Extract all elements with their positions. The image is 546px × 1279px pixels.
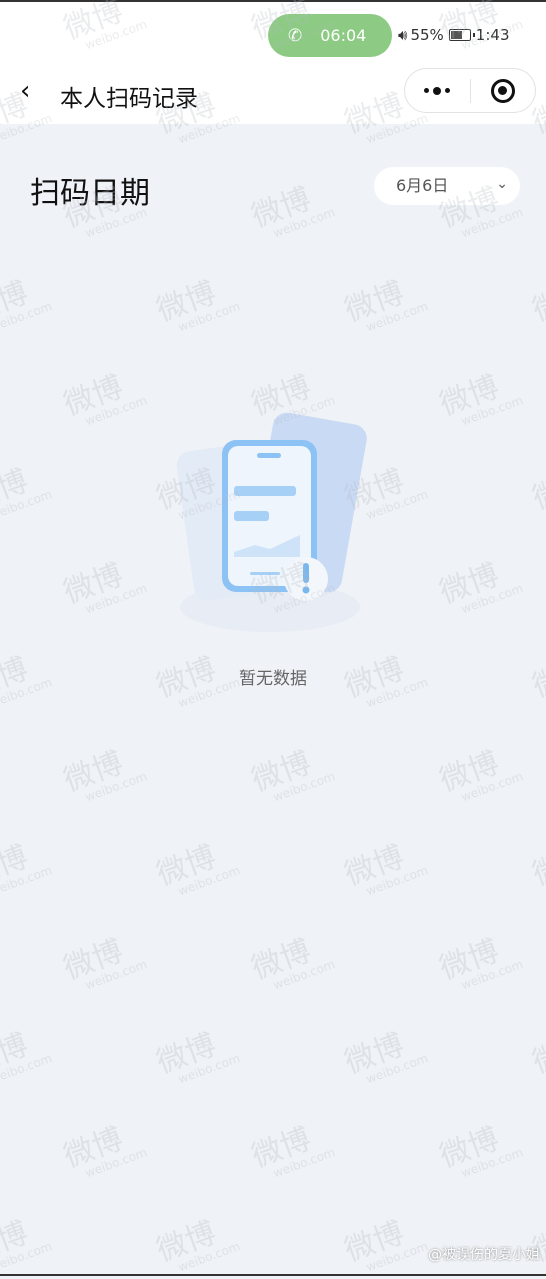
weibo-watermark: 微博weibo.com <box>0 1027 54 1087</box>
weibo-watermark: 微博weibo.com <box>59 933 149 993</box>
weibo-watermark: 微博weibo.com <box>435 557 525 617</box>
weibo-watermark: 微博weibo.com <box>0 275 54 335</box>
section-title: 扫码日期 <box>30 176 150 211</box>
date-value: 6月6日 <box>396 176 449 195</box>
weibo-watermark: 微博weibo.com <box>152 1215 242 1275</box>
empty-state-text: 暂无数据 <box>239 669 307 689</box>
weibo-watermark: 微博weibo.com <box>528 839 546 893</box>
weibo-watermark: 微博weibo.com <box>528 275 546 329</box>
weibo-watermark: 微博weibo.com <box>528 463 546 517</box>
more-button[interactable] <box>405 86 470 95</box>
call-pill[interactable]: ✆ 06:04 <box>268 14 392 57</box>
weibo-watermark: 微博weibo.com <box>340 1215 430 1275</box>
back-button[interactable]: ‹ <box>20 76 30 106</box>
weibo-watermark: 微博weibo.com <box>340 275 430 335</box>
weibo-watermark: 微博weibo.com <box>59 745 149 805</box>
weibo-watermark: 微博weibo.com <box>152 275 242 335</box>
weibo-credit-watermark: @被误伤的夏小姐 <box>428 1247 540 1263</box>
weibo-watermark: 微博weibo.com <box>340 1027 430 1087</box>
weibo-watermark: 微博weibo.com <box>528 1027 546 1081</box>
weibo-watermark: 微博weibo.com <box>247 181 337 241</box>
weibo-watermark: 微博weibo.com <box>340 839 430 899</box>
system-indicators: 🔊︎ 55% 1:43 <box>398 26 509 44</box>
call-time: 06:04 <box>320 26 367 45</box>
weibo-watermark: 微博weibo.com <box>247 1121 337 1181</box>
clock: 1:43 <box>475 26 510 44</box>
weibo-watermark: 微博weibo.com <box>152 839 242 899</box>
weibo-watermark: 微博weibo.com <box>59 369 149 429</box>
weibo-watermark: 微博weibo.com <box>435 933 525 993</box>
close-miniprogram-button[interactable] <box>471 78 536 103</box>
weibo-watermark: 微博weibo.com <box>152 1027 242 1087</box>
battery-percent: 55% <box>410 26 444 44</box>
miniprogram-capsule <box>404 68 536 113</box>
weibo-watermark: 微博weibo.com <box>435 745 525 805</box>
nav-bar: ‹ 本人扫码记录 <box>0 68 546 124</box>
weibo-watermark: 微博weibo.com <box>59 557 149 617</box>
weibo-watermark: 微博weibo.com <box>247 745 337 805</box>
battery-icon <box>448 29 475 41</box>
page-title: 本人扫码记录 <box>60 86 198 112</box>
weibo-watermark: 微博weibo.com <box>0 1215 54 1275</box>
volume-icon: 🔊︎ <box>398 26 408 44</box>
date-select[interactable]: 6月6日 ⌄ <box>374 167 520 205</box>
phone-icon: ✆ <box>288 25 303 46</box>
empty-illustration <box>176 412 367 632</box>
weibo-watermark: 微博weibo.com <box>59 1121 149 1181</box>
status-bar: ✆ 06:04 🔊︎ 55% 1:43 <box>0 2 546 68</box>
weibo-watermark: 微博weibo.com <box>435 1121 525 1181</box>
target-icon <box>490 78 515 103</box>
weibo-watermark: 微博weibo.com <box>247 933 337 993</box>
weibo-watermark: 微博weibo.com <box>0 839 54 899</box>
chevron-down-icon: ⌄ <box>496 176 508 192</box>
weibo-watermark: 微博weibo.com <box>435 369 525 429</box>
weibo-watermark: 微博weibo.com <box>0 463 54 523</box>
